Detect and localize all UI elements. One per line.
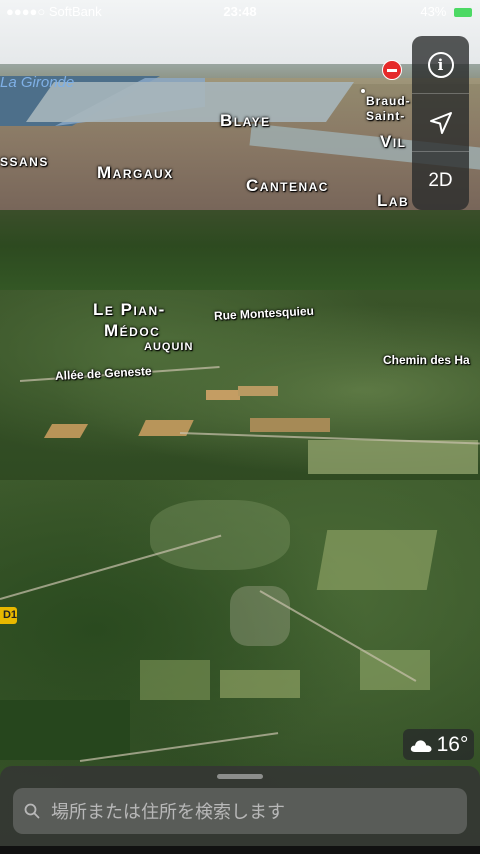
home-indicator-area [0,846,480,854]
sheet-grabber[interactable] [217,774,263,779]
place-dot [361,89,365,93]
field [206,390,240,400]
info-icon: i [427,51,454,78]
label-ssans[interactable]: ssans [0,151,49,171]
label-auquin[interactable]: AUQUIN [144,341,193,353]
estuary [25,82,355,122]
search-field[interactable]: 場所または住所を検索します [13,788,467,834]
field [220,670,300,698]
view-mode-button[interactable]: 2D [412,152,469,209]
clock: 23:48 [223,4,257,19]
search-icon [24,803,40,819]
field [316,530,438,590]
label-medoc[interactable]: Médoc [104,321,160,341]
label-la-gironde[interactable]: La Gironde [0,74,74,91]
village-area [230,586,290,646]
field [238,386,278,396]
cloud-icon [410,739,432,752]
label-labarde[interactable]: Lab [377,191,409,211]
battery-percent: 43% [420,4,447,19]
search-placeholder: 場所または住所を検索します [51,802,285,822]
field [308,440,478,474]
road-badge-d1[interactable]: D1 [0,607,17,624]
search-icon-container [13,803,51,819]
weather-chip[interactable]: 16° [403,729,474,760]
map-controls: i 2D [412,36,469,210]
view-mode-label: 2D [428,169,453,191]
label-villeneuve[interactable]: Vil [380,132,407,152]
battery-icon [454,8,472,18]
location-arrow-icon [429,111,452,134]
status-bar: ●●●●○ SoftBank 23:48 43% [0,0,480,24]
label-chemin-des-ha[interactable]: Chemin des Ha [383,353,470,367]
map-view[interactable]: D1 La Gironde Blaye Braud- Saint- Vil ss… [0,0,480,854]
search-sheet[interactable]: 場所または住所を検索します [0,766,480,854]
label-le-pian[interactable]: Le Pian- [93,300,166,320]
battery-status: 43% [420,4,472,19]
location-button[interactable] [412,94,469,151]
info-button[interactable]: i [412,36,469,93]
label-cantenac[interactable]: Cantenac [246,176,329,196]
label-saint[interactable]: Saint- [366,109,405,123]
label-blaye[interactable]: Blaye [220,111,271,131]
terrain-forest-band [0,210,480,300]
field [140,660,210,700]
field [250,418,330,432]
temperature: 16° [436,732,469,756]
no-entry-icon[interactable] [382,60,402,80]
forest-patch [0,700,130,760]
label-margaux[interactable]: Margaux [97,163,174,183]
label-braud[interactable]: Braud- [366,94,411,108]
